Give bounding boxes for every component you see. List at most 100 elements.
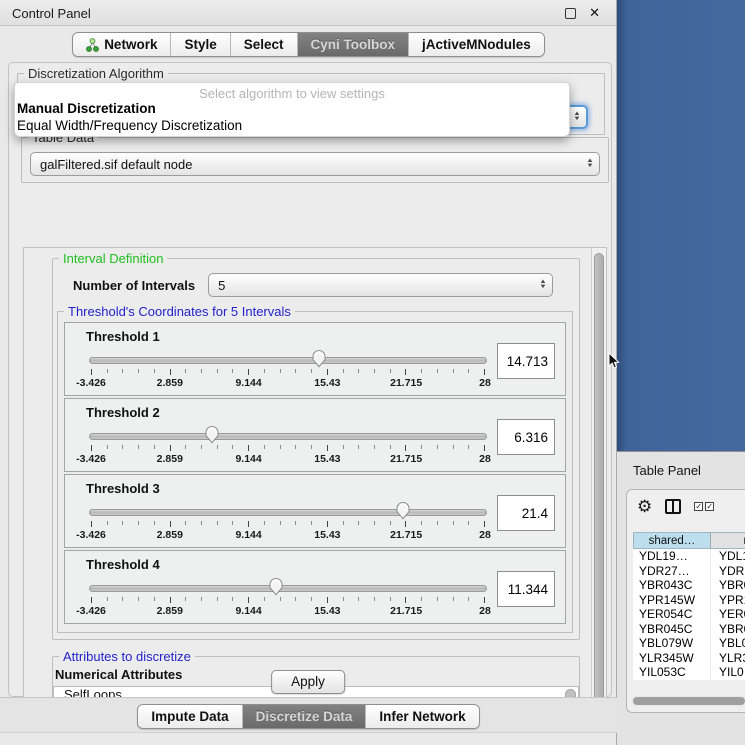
tick-mark <box>390 597 391 601</box>
tick-label: 15.43 <box>314 605 340 617</box>
table-cell: YLR345W <box>633 651 711 666</box>
tick-mark <box>170 445 171 451</box>
tick-mark <box>453 597 454 601</box>
settings-vertical-scrollbar[interactable] <box>591 248 606 724</box>
tab-jactivemnodules[interactable]: jActiveMNodules <box>409 33 544 56</box>
table-row[interactable]: YER054CYER0 <box>633 607 745 622</box>
interval-definition-group: Interval Definition Number of Intervals … <box>52 258 580 640</box>
tick-label: 28 <box>479 453 491 465</box>
threshold-slider[interactable]: -3.4262.8599.14415.4321.71528 <box>89 347 487 393</box>
slider-thumb[interactable] <box>396 501 411 520</box>
tick-mark <box>248 445 249 451</box>
tick-label: 2.859 <box>157 605 183 617</box>
table-column-header[interactable]: shared… <box>634 533 711 548</box>
tick-mark <box>107 597 108 601</box>
float-window-icon[interactable] <box>565 8 576 19</box>
threshold-slider[interactable]: -3.4262.8599.14415.4321.71528 <box>89 499 487 545</box>
tick-mark <box>264 445 265 449</box>
table-data-group: Table Data galFiltered.sif default node … <box>21 137 609 183</box>
tab-style[interactable]: Style <box>171 33 230 56</box>
table-column-header[interactable]: na <box>711 533 745 548</box>
tick-mark <box>138 597 139 601</box>
threshold-value-field[interactable]: 21.4 <box>497 495 555 531</box>
tab-discretize-data[interactable]: Discretize Data <box>243 705 367 728</box>
split-columns-icon[interactable] <box>665 499 681 514</box>
slider-thumb[interactable] <box>269 577 284 596</box>
tab-network[interactable]: Network <box>73 33 171 56</box>
tick-mark <box>374 521 375 525</box>
tick-label: 28 <box>479 529 491 541</box>
table-row[interactable]: YPR145WYPR1 <box>633 593 745 608</box>
slider-track[interactable] <box>89 357 487 364</box>
slider-track[interactable] <box>89 585 487 592</box>
tick-mark <box>374 597 375 601</box>
settings-gear-icon[interactable]: ⚙ <box>637 498 652 515</box>
tick-label: 9.144 <box>235 453 261 465</box>
tick-mark <box>390 521 391 525</box>
table-horizontal-scrollbar[interactable] <box>631 696 745 706</box>
tick-mark <box>91 369 92 375</box>
table-row[interactable]: YDR27…YDR2 <box>633 564 745 579</box>
table-cell: YIL0 <box>711 665 745 680</box>
close-panel-icon[interactable]: ✕ <box>589 5 600 21</box>
threshold-slider[interactable]: -3.4262.8599.14415.4321.71528 <box>89 423 487 469</box>
tick-mark <box>170 521 171 527</box>
tab-cyni-toolbox[interactable]: Cyni Toolbox <box>298 33 410 56</box>
tick-label: 2.859 <box>157 529 183 541</box>
number-of-intervals-value: 5 <box>209 278 534 293</box>
slider-thumb[interactable] <box>205 425 220 444</box>
tab-label: Infer Network <box>379 709 465 724</box>
tick-mark <box>170 369 171 375</box>
select-columns-icon[interactable]: ✓ ✓ <box>694 502 714 511</box>
tab-impute-data[interactable]: Impute Data <box>138 705 242 728</box>
tick-label: 15.43 <box>314 453 340 465</box>
tick-mark <box>91 521 92 527</box>
number-of-intervals-combobox[interactable]: 5 ▲▼ <box>208 273 553 297</box>
scrollbar-thumb[interactable] <box>633 697 745 705</box>
table-data-combobox[interactable]: galFiltered.sif default node ▲▼ <box>30 152 600 176</box>
tick-label: -3.426 <box>76 377 106 389</box>
table-row[interactable]: YIL053CYIL0 <box>633 665 745 680</box>
scrollbar-thumb[interactable] <box>594 253 604 709</box>
threshold-value-field[interactable]: 11.344 <box>497 571 555 607</box>
table-panel-title: Table Panel <box>633 463 701 478</box>
tick-mark <box>185 597 186 601</box>
threshold-value-field[interactable]: 6.316 <box>497 419 555 455</box>
table-cell: YPR145W <box>633 593 711 608</box>
table-row[interactable]: YBR045CYBR0 <box>633 622 745 637</box>
table-row[interactable]: YLR345WYLR3 <box>633 651 745 666</box>
tick-mark <box>185 521 186 525</box>
tab-infer-network[interactable]: Infer Network <box>366 705 478 728</box>
dropdown-option[interactable]: Manual Discretization <box>15 100 569 117</box>
slider-track[interactable] <box>89 509 487 516</box>
table-row[interactable]: YBL079WYBL0 <box>633 636 745 651</box>
slider-track[interactable] <box>89 433 487 440</box>
table-cell: YDR27… <box>633 564 711 579</box>
table-data-value: galFiltered.sif default node <box>31 157 581 172</box>
table-row[interactable]: YDL19…YDL1 <box>633 549 745 564</box>
tick-mark <box>437 369 438 373</box>
tick-mark <box>154 521 155 525</box>
tick-mark <box>311 369 312 373</box>
tab-label: Select <box>244 37 284 52</box>
combobox-stepper-icon: ▲▼ <box>581 159 599 169</box>
slider-thumb[interactable] <box>311 349 326 368</box>
tick-label: -3.426 <box>76 453 106 465</box>
table-row[interactable]: YBR043CYBR0 <box>633 578 745 593</box>
tick-mark <box>295 597 296 601</box>
tick-label: 28 <box>479 605 491 617</box>
bottom-tab-group: Impute DataDiscretize Data Infer Network <box>137 704 479 729</box>
threshold-value-field[interactable]: 14.713 <box>497 343 555 379</box>
panel-title: Control Panel <box>12 6 91 21</box>
tick-mark <box>232 597 233 601</box>
tick-mark <box>91 445 92 451</box>
tab-select[interactable]: Select <box>231 33 298 56</box>
tick-mark <box>217 597 218 601</box>
apply-button[interactable]: Apply <box>271 670 345 694</box>
control-panel-tabbar: NetworkStyle Select Cyni ToolboxjActiveMNo… <box>0 32 617 57</box>
tick-mark <box>453 445 454 449</box>
dropdown-option[interactable]: Equal Width/Frequency Discretization <box>15 117 569 134</box>
table-cell: YDL1 <box>711 549 745 564</box>
combobox-stepper-icon: ▲▼ <box>568 112 586 122</box>
threshold-slider[interactable]: -3.4262.8599.14415.4321.71528 <box>89 575 487 621</box>
